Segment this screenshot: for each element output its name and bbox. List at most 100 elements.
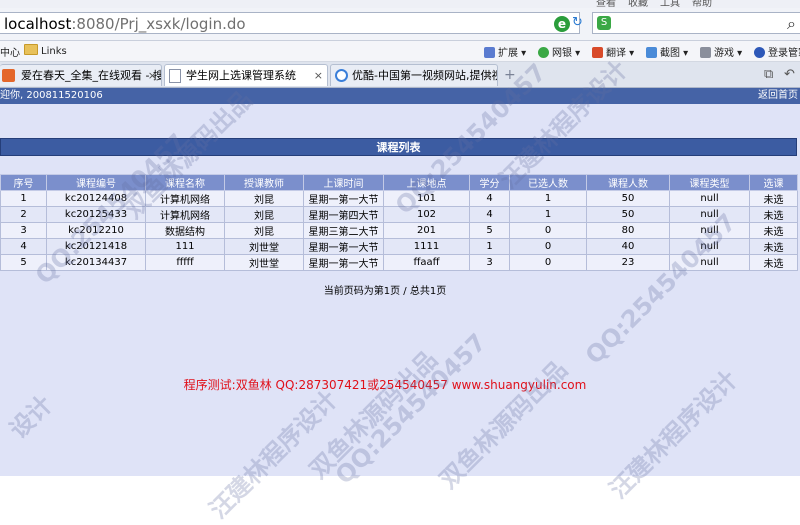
table-cell: 0 — [509, 238, 587, 255]
table-cell: 刘世堂 — [224, 254, 304, 271]
search-engine-icon[interactable]: S — [597, 16, 611, 30]
select-course-link[interactable]: 未选 — [749, 206, 798, 223]
favorites-fragment[interactable]: 中心 — [0, 44, 20, 59]
tool-extensions[interactable]: 扩展 ▾ — [484, 44, 526, 59]
menu-bar: 查看 收藏 工具 帮助 — [0, 0, 800, 8]
table-cell: 星期一第四大节 — [303, 206, 384, 223]
tool-login-manager[interactable]: 登录管家 — [754, 44, 800, 59]
refresh-icon[interactable]: ↻ — [572, 16, 586, 30]
compat-mode-icon[interactable]: e — [554, 16, 570, 32]
back-arrow-icon[interactable]: ↶ — [784, 67, 795, 82]
course-list-title: 课程列表 — [0, 138, 797, 156]
tool-label: 网银 — [552, 48, 572, 59]
menu-favorites[interactable]: 收藏 — [628, 0, 648, 8]
tab-youku[interactable]: 优酷-中国第一视频网站,提供视 × — [330, 64, 498, 86]
select-course-link[interactable]: 未选 — [749, 238, 798, 255]
table-cell: 星期三第二大节 — [303, 222, 384, 239]
tab-course-system[interactable]: 学生网上选课管理系统 × — [164, 64, 328, 86]
table-cell: 2 — [0, 206, 47, 223]
column-header: 授课教师 — [224, 174, 304, 191]
page-favicon-icon — [169, 69, 181, 83]
table-cell: 1111 — [383, 238, 470, 255]
menu-help[interactable]: 帮助 — [692, 0, 712, 8]
close-icon[interactable]: × — [484, 65, 493, 86]
table-cell: ffaaff — [383, 254, 470, 271]
column-header: 序号 — [0, 174, 47, 191]
folder-icon — [24, 44, 38, 55]
table-row: 1 kc20124408 计算机网络 刘昆 星期一第一大节 101 4 1 50 null 未选 — [0, 190, 798, 207]
extensions-icon — [484, 47, 495, 58]
favorites-links[interactable]: Links — [24, 44, 67, 57]
select-course-link[interactable]: 未选 — [749, 254, 798, 271]
table-cell: 星期一第一大节 — [303, 254, 384, 271]
tab-label: 学生网上选课管理系统 — [186, 69, 296, 82]
table-cell: 40 — [586, 238, 670, 255]
table-cell: 111 — [145, 238, 225, 255]
table-cell: 101 — [383, 190, 470, 207]
table-cell: 201 — [383, 222, 470, 239]
tool-label: 登录管家 — [768, 48, 800, 59]
tool-label: 游戏 — [714, 48, 734, 59]
table-cell: kc20134437 — [46, 254, 146, 271]
tool-games[interactable]: 游戏 ▾ — [700, 44, 742, 59]
pagination-text: 当前页码为第1页 / 总共1页 — [323, 286, 447, 297]
youku-favicon-icon — [335, 69, 348, 82]
close-icon[interactable]: × — [148, 65, 157, 86]
address-host: localhost — [4, 15, 72, 33]
table-cell: 23 — [586, 254, 670, 271]
back-home-link[interactable]: 返回首页 — [758, 88, 798, 104]
table-cell: 4 — [0, 238, 47, 255]
table-row: 4 kc20121418 111 刘世堂 星期一第一大节 1111 1 0 40 null 未选 — [0, 238, 798, 255]
table-cell: 5 — [0, 254, 47, 271]
table-cell: 计算机网络 — [145, 206, 225, 223]
tool-translate[interactable]: 翻译 ▾ — [592, 44, 634, 59]
select-course-link[interactable]: 未选 — [749, 222, 798, 239]
column-header: 课程名称 — [145, 174, 225, 191]
table-cell: fffff — [145, 254, 225, 271]
tab-label: 爱在春天_全集_在线观看 - 搜狐 — [21, 69, 162, 82]
table-cell: 1 — [509, 190, 587, 207]
table-cell: 数据结构 — [145, 222, 225, 239]
menu-tools[interactable]: 工具 — [660, 0, 680, 8]
tool-label: 翻译 — [606, 48, 626, 59]
window-list-icon[interactable]: ⧉ — [764, 67, 773, 82]
menu-view[interactable]: 查看 — [596, 0, 616, 8]
table-cell: null — [669, 222, 750, 239]
close-icon[interactable]: × — [314, 65, 323, 86]
table-cell: 102 — [383, 206, 470, 223]
select-course-link[interactable]: 未选 — [749, 190, 798, 207]
table-cell: 3 — [469, 254, 510, 271]
table-cell: 刘昆 — [224, 190, 304, 207]
table-cell: 1 — [0, 190, 47, 207]
tab-sohu[interactable]: 爱在春天_全集_在线观看 - 搜狐 × — [0, 64, 162, 86]
table-cell: 刘世堂 — [224, 238, 304, 255]
column-header: 课程人数 — [586, 174, 670, 191]
table-cell: 刘昆 — [224, 206, 304, 223]
favorites-bar: 中心 Links 扩展 ▾ 网银 ▾ 翻译 ▾ 截图 ▾ 游戏 ▾ 登录管家 — [0, 41, 800, 62]
column-header: 上课地点 — [383, 174, 470, 191]
address-input[interactable]: localhost:8080/Prj_xsxk/login.do — [0, 12, 580, 34]
table-cell: 星期一第一大节 — [303, 190, 384, 207]
table-row: 3 kc2012210 数据结构 刘昆 星期三第二大节 201 5 0 80 null 未选 — [0, 222, 798, 239]
footer-credit: 程序测试:双鱼林 QQ:287307421或254540457 www.shua… — [183, 378, 587, 392]
ebank-icon — [538, 47, 549, 58]
tool-screenshot[interactable]: 截图 ▾ — [646, 44, 688, 59]
welcome-text: 迎你, 200811520106 — [0, 90, 103, 101]
table-cell: 1 — [469, 238, 510, 255]
tool-ebank[interactable]: 网银 ▾ — [538, 44, 580, 59]
table-cell: 0 — [509, 254, 587, 271]
table-cell: 4 — [469, 190, 510, 207]
table-row: 5 kc20134437 fffff 刘世堂 星期一第一大节 ffaaff 3 0 23 null… — [0, 254, 798, 271]
table-cell: 刘昆 — [224, 222, 304, 239]
search-icon[interactable]: ⌕ — [787, 14, 796, 34]
links-label: Links — [41, 46, 67, 57]
login-manager-icon — [754, 47, 765, 58]
table-cell: 计算机网络 — [145, 190, 225, 207]
page-content: 迎你, 200811520106 返回首页 课程列表 序号 课程编号 课程名称 … — [0, 88, 800, 476]
new-tab-button[interactable]: + — [504, 67, 516, 83]
table-cell: null — [669, 254, 750, 271]
table-header-row: 序号 课程编号 课程名称 授课教师 上课时间 上课地点 学分 已选人数 课程人数… — [0, 174, 798, 191]
search-input[interactable]: S ⌕ — [592, 12, 800, 34]
table-cell: null — [669, 190, 750, 207]
address-path: :8080/Prj_xsxk/login.do — [71, 15, 246, 33]
